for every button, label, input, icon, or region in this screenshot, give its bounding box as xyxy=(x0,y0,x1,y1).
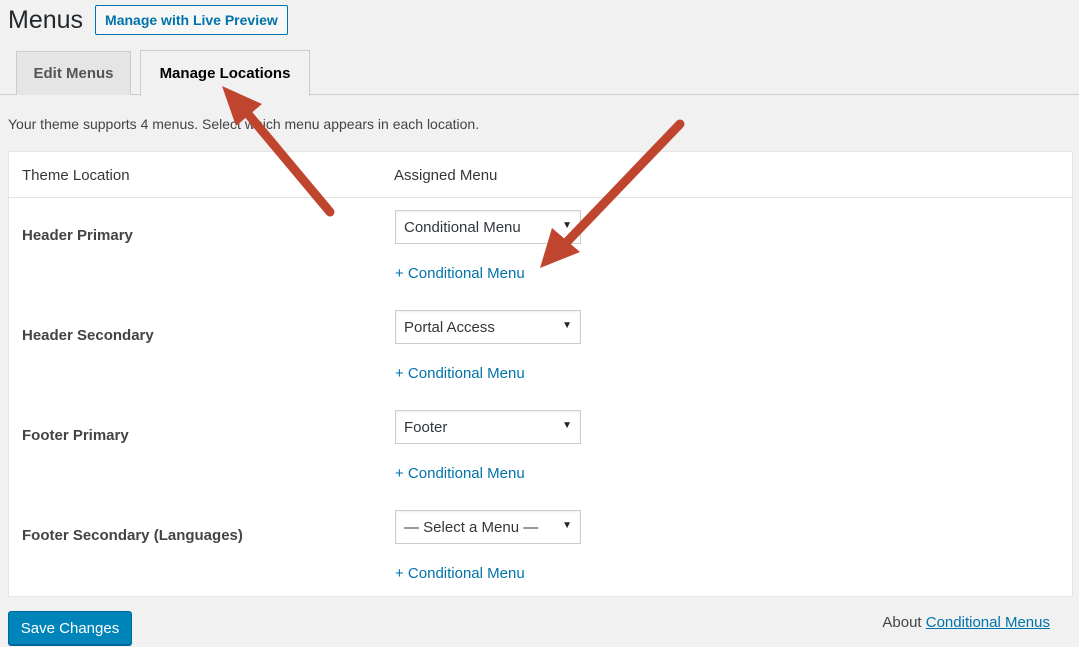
location-label: Header Primary xyxy=(22,227,133,244)
table-row: Footer Secondary (Languages) — Select a … xyxy=(9,498,1072,598)
dropdown-arrow-icon: ▼ xyxy=(562,520,572,531)
column-header-theme-location: Theme Location xyxy=(22,167,130,184)
page-title: Menus xyxy=(8,5,84,34)
conditional-menus-link[interactable]: Conditional Menus xyxy=(926,614,1050,631)
dropdown-arrow-icon: ▼ xyxy=(562,420,572,431)
menu-select-footer-primary[interactable]: Footer ▼ xyxy=(395,410,581,444)
add-conditional-menu-link[interactable]: + Conditional Menu xyxy=(395,465,525,482)
nav-tabs: Edit Menus Manage Locations xyxy=(0,50,1079,96)
about-prefix: About xyxy=(882,614,922,631)
locations-description: Your theme supports 4 menus. Select whic… xyxy=(8,116,480,132)
dropdown-arrow-icon: ▼ xyxy=(562,320,572,331)
table-row: Header Primary Conditional Menu ▼ + Cond… xyxy=(9,198,1072,298)
location-label: Footer Secondary (Languages) xyxy=(22,527,243,544)
tab-edit-menus[interactable]: Edit Menus xyxy=(16,51,131,95)
manage-live-preview-button[interactable]: Manage with Live Preview xyxy=(95,5,288,35)
select-value: — Select a Menu — xyxy=(404,518,539,536)
add-conditional-menu-link[interactable]: + Conditional Menu xyxy=(395,365,525,382)
select-value: Footer xyxy=(404,418,448,436)
menu-select-footer-secondary[interactable]: — Select a Menu — ▼ xyxy=(395,510,581,544)
save-changes-button[interactable]: Save Changes xyxy=(8,611,132,645)
column-header-assigned-menu: Assigned Menu xyxy=(394,167,498,184)
add-conditional-menu-link[interactable]: + Conditional Menu xyxy=(395,565,525,582)
about-conditional-menus: About Conditional Menus xyxy=(882,614,1050,631)
dropdown-arrow-icon: ▼ xyxy=(562,220,572,231)
table-header: Theme Location Assigned Menu xyxy=(9,152,1072,198)
menu-select-header-secondary[interactable]: Portal Access ▼ xyxy=(395,310,581,344)
tab-manage-locations[interactable]: Manage Locations xyxy=(140,50,310,96)
menu-select-header-primary[interactable]: Conditional Menu ▼ xyxy=(395,210,581,244)
select-value: Portal Access xyxy=(404,318,495,336)
select-value: Conditional Menu xyxy=(404,218,521,236)
table-row: Header Secondary Portal Access ▼ + Condi… xyxy=(9,298,1072,398)
location-label: Footer Primary xyxy=(22,427,129,444)
add-conditional-menu-link[interactable]: + Conditional Menu xyxy=(395,265,525,282)
location-label: Header Secondary xyxy=(22,327,154,344)
table-row: Footer Primary Footer ▼ + Conditional Me… xyxy=(9,398,1072,498)
menu-locations-table: Theme Location Assigned Menu Header Prim… xyxy=(8,151,1073,597)
page-header: Menus Manage with Live Preview xyxy=(8,2,288,38)
